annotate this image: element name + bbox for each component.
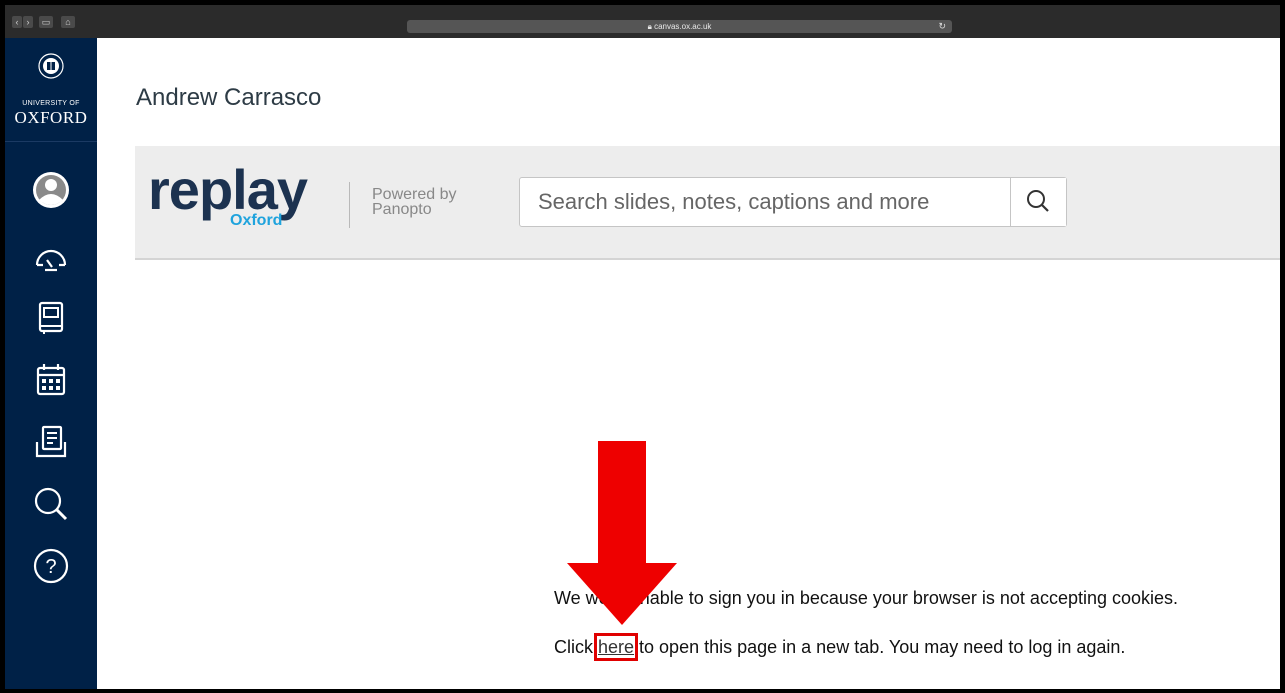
university-logo[interactable]: UNIVERSITY OF OXFORD: [5, 38, 97, 142]
browser-window: ‹ › ▭ ⌂ 🔒︎ canvas.ox.ac.uk ↻ UNIVERSITY …: [5, 5, 1280, 689]
message-prefix: Click: [554, 637, 598, 657]
logo-line1: UNIVERSITY OF: [22, 100, 80, 107]
red-arrow-annotation: [567, 441, 677, 625]
logo-line2: OXFORD: [14, 108, 88, 127]
inbox-icon[interactable]: [31, 422, 71, 462]
url-text: canvas.ox.ac.uk: [654, 22, 712, 31]
open-new-tab-message: Click here to open this page in a new ta…: [554, 633, 1126, 661]
reload-icon[interactable]: ↻: [938, 20, 946, 33]
oxford-crest-icon: [38, 53, 64, 79]
powered-by-label: Powered by Panopto: [372, 186, 457, 218]
main-content: Andrew Carrasco replay Oxford Powered by…: [97, 38, 1280, 689]
back-icon[interactable]: ‹: [12, 16, 22, 28]
powered-by-line1: Powered by: [372, 186, 457, 203]
powered-by-line2: Panopto: [372, 201, 432, 218]
divider: [349, 182, 350, 228]
message-suffix: to open this page in a new tab. You may …: [634, 637, 1126, 657]
global-navigation: UNIVERSITY OF OXFORD ?: [5, 38, 97, 689]
replay-logo-sub: Oxford: [230, 212, 283, 229]
search-icon[interactable]: [31, 484, 71, 524]
svg-text:?: ?: [45, 556, 56, 578]
lock-icon: 🔒︎: [647, 22, 652, 31]
calendar-icon[interactable]: [31, 360, 71, 400]
magnifier-icon: [1027, 190, 1049, 212]
address-bar[interactable]: 🔒︎ canvas.ox.ac.uk ↻: [407, 20, 952, 33]
replay-logo[interactable]: replay: [148, 160, 308, 220]
replay-header: replay Oxford Powered by Panopto: [135, 146, 1280, 260]
forward-icon[interactable]: ›: [23, 16, 33, 28]
courses-icon[interactable]: [31, 298, 71, 338]
sidebar-toggle-icon[interactable]: ▭: [39, 16, 53, 28]
help-icon[interactable]: ?: [31, 546, 71, 586]
search-box: [519, 177, 1067, 227]
home-icon[interactable]: ⌂: [61, 16, 75, 28]
here-link[interactable]: here: [593, 633, 639, 661]
user-name-heading: Andrew Carrasco: [136, 84, 322, 111]
dashboard-icon[interactable]: [31, 238, 71, 278]
browser-toolbar: ‹ › ▭ ⌂ 🔒︎ canvas.ox.ac.uk ↻: [5, 5, 1280, 39]
account-icon[interactable]: [31, 170, 71, 210]
search-button[interactable]: [1010, 178, 1066, 226]
search-input[interactable]: [520, 178, 1011, 226]
